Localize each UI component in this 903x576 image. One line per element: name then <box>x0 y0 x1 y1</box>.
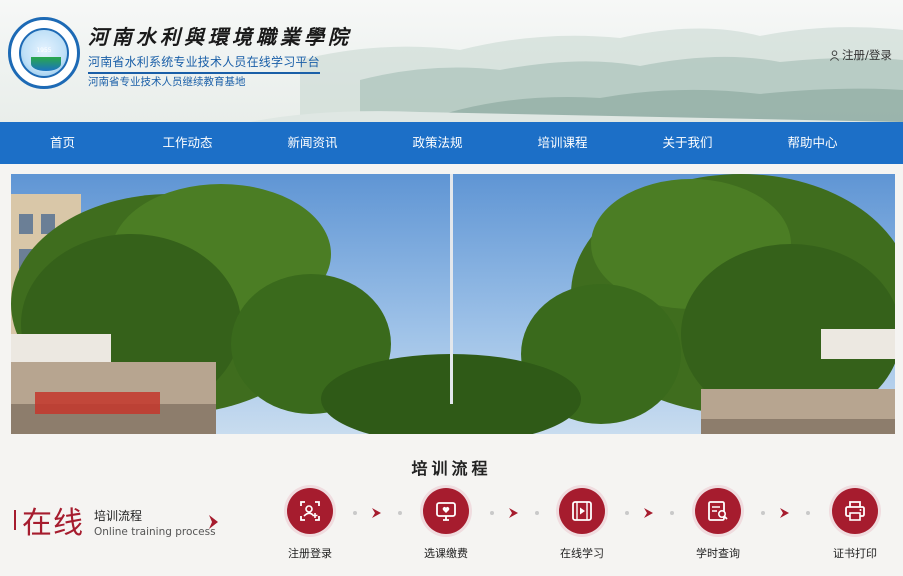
school-logo[interactable]: 1955 <box>8 17 80 89</box>
site-header: 1955 河南水利與環境職業學院 河南省水利系统专业技术人员在线学习平台 河南省… <box>0 0 903 122</box>
online-cn-text: 培训流程 <box>94 508 143 523</box>
nav-item-policy[interactable]: 政策法规 <box>375 122 500 164</box>
training-section-title: 培训流程 <box>411 459 492 478</box>
step-register[interactable]: 注册登录 <box>270 488 350 561</box>
step-certificate-print[interactable]: 证书打印 <box>815 488 895 561</box>
user-icon <box>829 49 840 61</box>
platform-title: 河南省水利系统专业技术人员在线学习平台 <box>88 53 320 74</box>
step-arrow-icon <box>353 508 402 518</box>
step-arrow-icon <box>761 508 810 518</box>
nav-item-news[interactable]: 新闻资讯 <box>250 122 375 164</box>
step-label: 在线学习 <box>560 547 604 560</box>
printer-icon <box>832 488 878 534</box>
step-label: 选课缴费 <box>424 547 468 560</box>
register-icon <box>287 488 333 534</box>
main-nav: 首页 工作动态 新闻资讯 政策法规 培训课程 关于我们 帮助中心 <box>0 122 903 164</box>
online-big-text: 在线 <box>22 506 84 541</box>
nav-item-help[interactable]: 帮助中心 <box>750 122 875 164</box>
step-arrow-icon <box>490 508 539 518</box>
chevron-right-icon <box>209 515 218 529</box>
online-en-text: Online training process <box>94 525 216 538</box>
login-link[interactable]: 注册/登录 <box>829 47 892 63</box>
step-hours-query[interactable]: 学时查询 <box>678 488 758 561</box>
school-name: 河南水利與環境職業學院 <box>88 25 352 49</box>
step-online-study[interactable]: 在线学习 <box>542 488 622 561</box>
step-label: 证书打印 <box>833 547 877 560</box>
logo-year: 1955 <box>36 47 52 54</box>
hours-query-icon <box>695 488 741 534</box>
nav-item-courses[interactable]: 培训课程 <box>500 122 625 164</box>
step-label: 学时查询 <box>696 547 740 560</box>
step-arrow-icon <box>625 508 674 518</box>
platform-subtitle: 河南省专业技术人员继续教育基地 <box>88 76 246 88</box>
nav-item-home[interactable]: 首页 <box>0 122 125 164</box>
campus-photo <box>11 174 895 434</box>
course-payment-icon <box>423 488 469 534</box>
login-label: 注册/登录 <box>842 48 892 62</box>
video-play-icon <box>559 488 605 534</box>
step-label: 注册登录 <box>288 547 332 560</box>
step-course-payment[interactable]: 选课缴费 <box>406 488 486 561</box>
campus-banner[interactable] <box>11 174 895 434</box>
nav-item-work-news[interactable]: 工作动态 <box>125 122 250 164</box>
nav-item-about[interactable]: 关于我们 <box>625 122 750 164</box>
online-training-label: 在线 培训流程 Online training process <box>14 498 216 542</box>
